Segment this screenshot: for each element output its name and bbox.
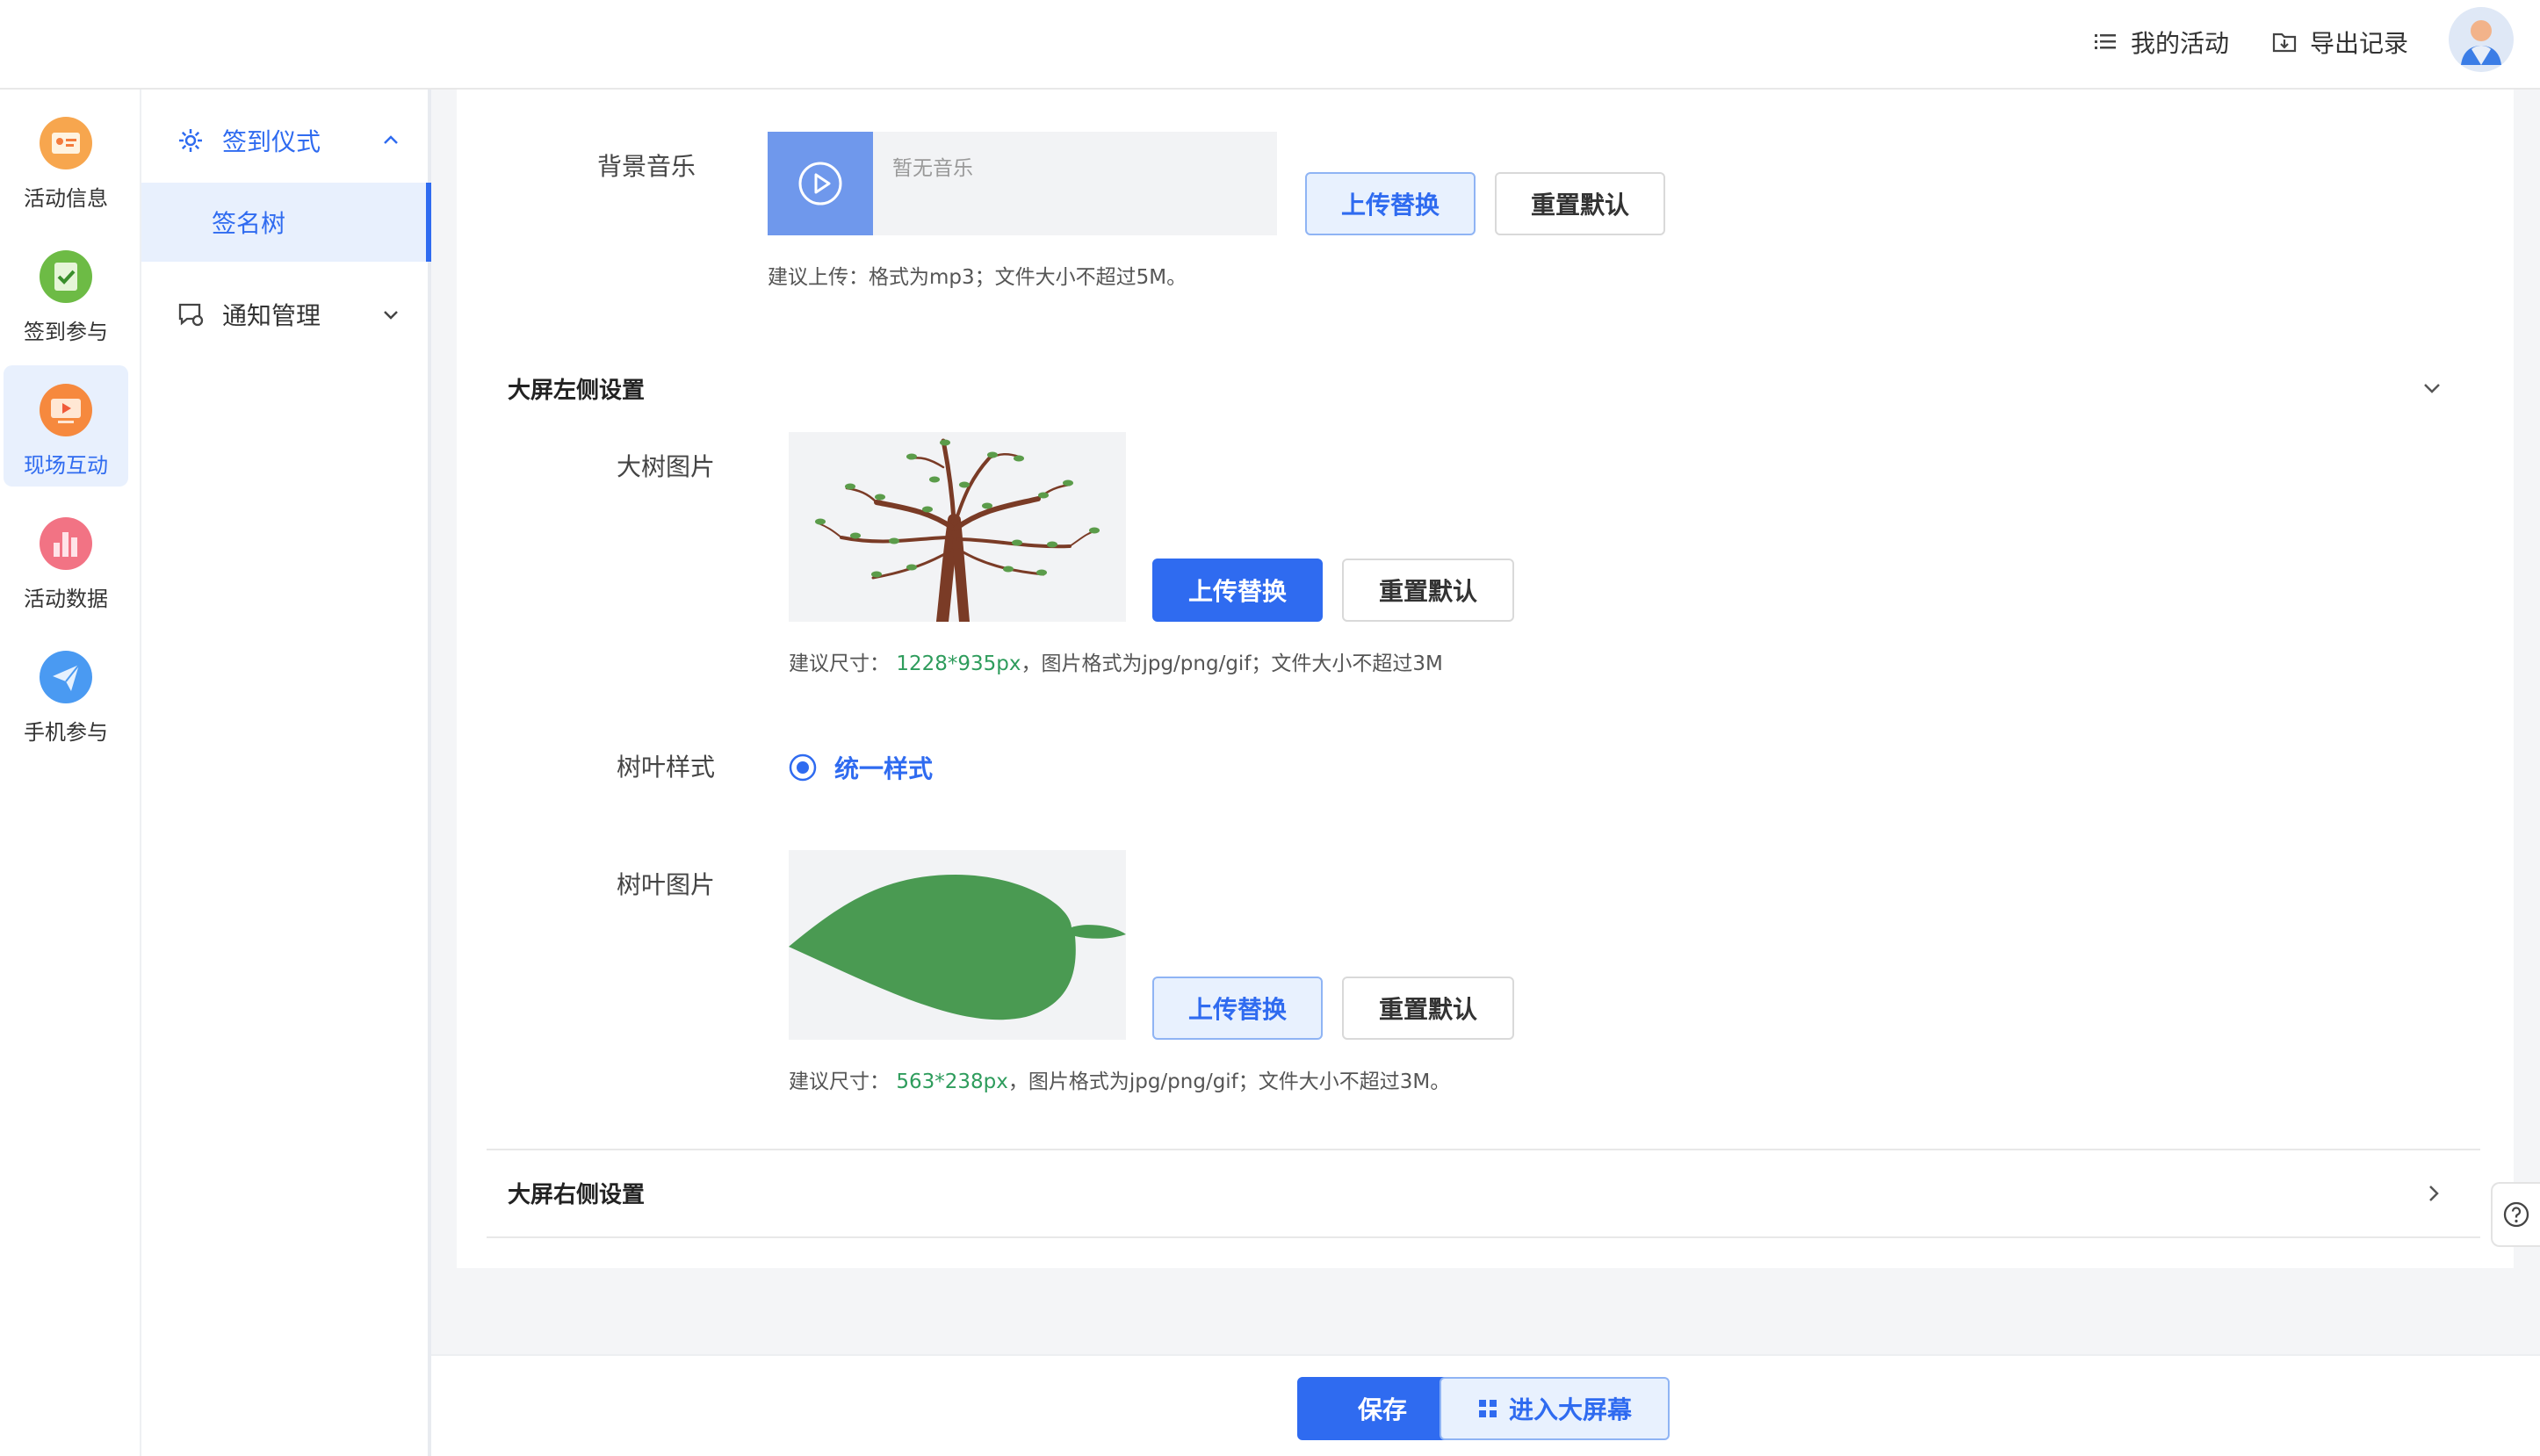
tree-image-preview — [789, 432, 1126, 622]
tree-hint-suffix: ，图片格式为jpg/png/gif；文件大小不超过3M — [1021, 652, 1443, 675]
music-reset-button[interactable]: 重置默认 — [1495, 172, 1665, 235]
leaf-hint-size: 563*238px — [896, 1070, 1008, 1093]
section-divider — [487, 1149, 2480, 1150]
chevron-right-icon[interactable] — [2422, 1182, 2445, 1205]
play-icon — [798, 162, 842, 205]
checkin-icon — [40, 250, 92, 303]
tree-upload-button[interactable]: 上传替换 — [1152, 559, 1323, 622]
nav-group-label: 签到仪式 — [222, 127, 321, 156]
list-icon — [2095, 34, 2116, 49]
help-button[interactable] — [2491, 1182, 2540, 1247]
nav-label: 活动数据 — [24, 587, 108, 611]
enter-big-screen-button[interactable]: 进入大屏幕 — [1440, 1377, 1670, 1440]
nav-checkin[interactable]: 签到参与 — [4, 232, 128, 353]
activity-info-icon — [40, 117, 92, 169]
nav-group-notification[interactable]: 通知管理 — [141, 288, 428, 341]
live-interaction-icon — [40, 384, 92, 436]
leaf-hint: 建议尺寸： 563*238px，图片格式为jpg/png/gif；文件大小不超过… — [789, 1064, 1450, 1094]
section-divider — [487, 1236, 2480, 1238]
right-section-title: 大屏右侧设置 — [508, 1182, 646, 1208]
tree-illustration-icon — [815, 438, 1100, 622]
settings-panel: 背景音乐 暂无音乐 上传替换 重置默认 建议上传：格式为mp3；文件大小不超过5… — [457, 90, 2514, 1268]
left-section-title: 大屏左侧设置 — [508, 378, 646, 404]
radio-selected-icon — [789, 753, 817, 782]
leaf-image-label: 树叶图片 — [617, 870, 716, 899]
tree-hint-prefix: 建议尺寸： — [789, 652, 890, 675]
music-label: 背景音乐 — [597, 152, 696, 181]
nav-label: 签到参与 — [24, 320, 108, 344]
grid-icon — [1478, 1400, 1497, 1417]
nav-mobile-participation[interactable]: 手机参与 — [4, 632, 128, 753]
tree-hint-size: 1228*935px — [896, 652, 1021, 675]
music-placeholder: 暂无音乐 — [892, 157, 973, 180]
music-player: 暂无音乐 — [768, 132, 1277, 235]
avatar[interactable] — [2449, 7, 2514, 72]
export-records-link[interactable]: 导出记录 — [2271, 25, 2408, 60]
music-play-button[interactable] — [768, 132, 873, 235]
leaf-reset-button[interactable]: 重置默认 — [1342, 977, 1514, 1040]
leaf-style-label: 树叶样式 — [617, 753, 716, 782]
gear-icon — [179, 129, 202, 152]
footer-bar: 保存 进入大屏幕 — [431, 1354, 2540, 1456]
nav-activity-data[interactable]: 活动数据 — [4, 499, 128, 620]
music-hint: 建议上传：格式为mp3；文件大小不超过5M。 — [768, 266, 1187, 289]
nav-label: 现场互动 — [24, 453, 108, 478]
nav-item-label: 签名树 — [212, 209, 286, 238]
mobile-participation-icon — [40, 651, 92, 703]
user-avatar-icon — [2461, 20, 2501, 65]
tree-hint: 建议尺寸： 1228*935px，图片格式为jpg/png/gif；文件大小不超… — [789, 646, 1443, 676]
leaf-image-preview — [789, 850, 1126, 1040]
chevron-up-icon — [384, 135, 398, 144]
leaf-illustration-icon — [789, 875, 1126, 1020]
export-records-label: 导出记录 — [2310, 29, 2409, 58]
my-activities-label: 我的活动 — [2131, 29, 2230, 58]
leaf-upload-button[interactable]: 上传替换 — [1152, 977, 1323, 1040]
folder-download-icon — [2272, 32, 2297, 53]
leaf-style-radio[interactable]: 统一样式 — [789, 750, 933, 785]
leaf-hint-prefix: 建议尺寸： — [789, 1070, 890, 1093]
chevron-down-icon[interactable] — [2421, 376, 2443, 399]
enter-big-screen-label: 进入大屏幕 — [1508, 1395, 1632, 1424]
my-activities-link[interactable]: 我的活动 — [2092, 25, 2229, 60]
nav-label: 手机参与 — [24, 720, 108, 745]
activity-data-icon — [40, 517, 92, 570]
tree-image-label: 大树图片 — [617, 452, 716, 481]
nav-live-interaction[interactable]: 现场互动 — [4, 365, 128, 487]
tree-reset-button[interactable]: 重置默认 — [1342, 559, 1514, 622]
help-icon — [2503, 1201, 2529, 1228]
nav-group-signin-ceremony[interactable]: 签到仪式 — [141, 114, 428, 167]
chevron-down-icon — [384, 311, 398, 320]
music-upload-button[interactable]: 上传替换 — [1305, 172, 1476, 235]
leaf-style-option-label: 统一样式 — [834, 754, 934, 783]
leaf-hint-suffix: ，图片格式为jpg/png/gif；文件大小不超过3M。 — [1007, 1070, 1451, 1093]
nav-group-label: 通知管理 — [222, 301, 321, 330]
nav-label: 活动信息 — [24, 186, 108, 211]
nav-item-signature-tree[interactable]: 签名树 — [141, 183, 431, 262]
primary-sidebar: 活动信息 签到参与 现场互动 活动数据 手机参与 — [0, 90, 141, 1456]
nav-activity-info[interactable]: 活动信息 — [4, 98, 128, 220]
top-bar: 我的活动 导出记录 — [0, 0, 2540, 90]
secondary-sidebar: 签到仪式 签名树 通知管理 — [141, 90, 431, 1456]
notification-settings-icon — [178, 303, 204, 327]
